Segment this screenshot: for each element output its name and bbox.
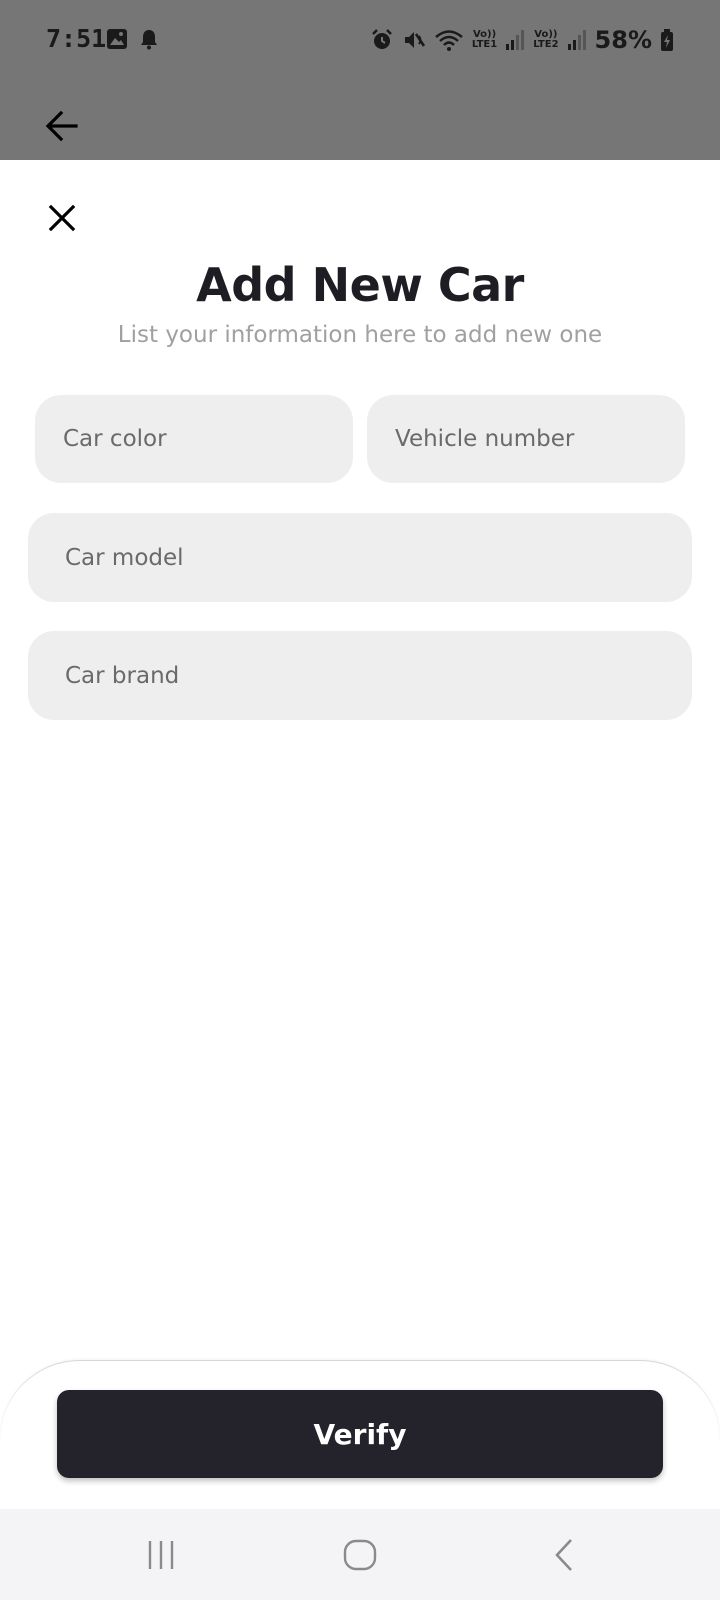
bell-icon xyxy=(141,30,157,50)
car-brand-field[interactable]: Car brand xyxy=(28,631,692,720)
sim2-indicator: Vo)) LTE2 xyxy=(533,30,558,50)
status-left-icons xyxy=(106,28,160,50)
car-color-placeholder: Car color xyxy=(63,426,167,452)
battery-icon xyxy=(661,29,673,51)
sim1-indicator: Vo)) LTE1 xyxy=(472,30,497,50)
page-subtitle: List your information here to add new on… xyxy=(117,322,603,348)
car-brand-placeholder: Car brand xyxy=(65,662,180,689)
wifi-icon xyxy=(435,30,463,51)
vehicle-number-placeholder: Vehicle number xyxy=(395,426,575,452)
alarm-icon xyxy=(372,29,392,49)
home-button[interactable] xyxy=(340,1535,380,1575)
status-time: 7:51 xyxy=(46,24,107,53)
verify-button[interactable]: Verify xyxy=(57,1390,663,1478)
recent-apps-icon xyxy=(148,1541,174,1569)
close-button[interactable] xyxy=(44,200,80,236)
mute-icon xyxy=(404,32,425,48)
signal-icon xyxy=(567,30,586,50)
close-icon xyxy=(48,204,76,232)
signal-icon xyxy=(506,30,525,50)
back-icon xyxy=(555,1539,572,1571)
status-bar: 7:51 Vo)) LTE1 Vo)) LTE2 58% xyxy=(0,0,720,80)
add-car-screen: 7:51 Vo)) LTE1 Vo)) LTE2 58% Add New Car… xyxy=(0,0,720,1600)
status-right: Vo)) LTE1 Vo)) LTE2 58% xyxy=(370,26,674,54)
car-color-field[interactable]: Car color xyxy=(35,395,353,483)
page-title: Add New Car xyxy=(196,258,524,312)
battery-percentage: 58% xyxy=(594,26,652,54)
recent-apps-button[interactable] xyxy=(141,1535,181,1575)
vehicle-number-field[interactable]: Vehicle number xyxy=(367,395,685,483)
car-model-field[interactable]: Car model xyxy=(28,513,692,602)
sim2-lte-label: LTE2 xyxy=(533,39,559,50)
back-button[interactable] xyxy=(44,108,80,144)
arrow-left-icon xyxy=(45,110,78,142)
sim1-lte-label: LTE1 xyxy=(471,39,498,50)
image-icon xyxy=(107,29,127,49)
car-model-placeholder: Car model xyxy=(65,544,184,571)
home-icon xyxy=(343,1539,377,1571)
nav-back-button[interactable] xyxy=(545,1535,585,1575)
